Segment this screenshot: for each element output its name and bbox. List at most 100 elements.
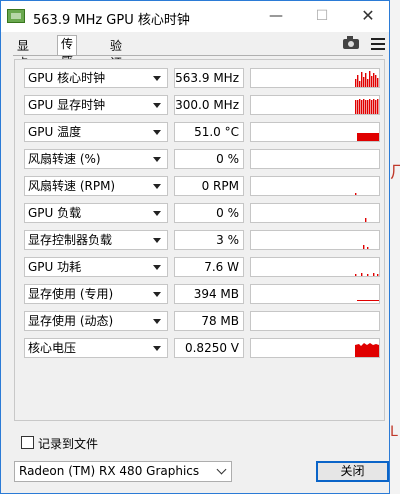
dropdown-arrow-icon xyxy=(153,157,161,162)
tab-sensors[interactable]: 传感器 xyxy=(57,35,78,85)
graph-area xyxy=(357,133,379,141)
dropdown-arrow-icon xyxy=(153,238,161,243)
graph-bar xyxy=(365,100,367,114)
gpu-select-value: Radeon (TM) RX 480 Graphics xyxy=(19,464,200,478)
sensor-value: 51.0 °C xyxy=(174,122,244,142)
graph-bar xyxy=(369,71,371,87)
graph-bar xyxy=(367,79,369,87)
dropdown-arrow-icon xyxy=(153,292,161,297)
sensor-graph xyxy=(250,122,380,142)
graph-bar xyxy=(361,72,363,87)
sensor-row: 显存使用 (专用) 394 MB xyxy=(24,284,382,304)
sensor-label-select[interactable]: 风扇转速 (%) xyxy=(24,149,168,169)
gpu-z-window: 563.9 MHz GPU 核心时钟 — ☐ ✕ 显卡 传感器 验证 GPU 核… xyxy=(0,0,390,494)
tab-validation[interactable]: 验证 xyxy=(106,37,126,70)
dropdown-arrow-icon xyxy=(153,103,161,108)
dropdown-arrow-icon xyxy=(153,130,161,135)
sensor-label: GPU 功耗 xyxy=(28,260,82,274)
dropdown-arrow-icon xyxy=(153,211,161,216)
sensor-row: 显存使用 (动态) 78 MB xyxy=(24,311,382,331)
sensor-graph-svg xyxy=(365,218,367,222)
sensor-panel: GPU 核心时钟 563.9 MHz GPU 显存时钟 300.0 MHz GPU 温度… xyxy=(14,59,385,421)
dropdown-arrow-icon xyxy=(153,76,161,81)
graph-bar xyxy=(355,274,357,276)
sensor-label: 风扇转速 (%) xyxy=(28,152,101,166)
sensor-row: GPU 显存时钟 300.0 MHz xyxy=(24,95,382,115)
sensor-label-select[interactable]: GPU 核心时钟 xyxy=(24,68,168,88)
sensor-value: 7.6 W xyxy=(174,257,244,277)
sensor-label-select[interactable]: 显存使用 (专用) xyxy=(24,284,168,304)
tab-divider xyxy=(13,55,383,56)
sensor-label-select[interactable]: 显存使用 (动态) xyxy=(24,311,168,331)
sensor-label: GPU 显存时钟 xyxy=(28,98,106,112)
background-glyph: L xyxy=(390,424,398,440)
graph-bar xyxy=(371,100,373,114)
tab-graphics-card[interactable]: 显卡 xyxy=(13,37,33,70)
dropdown-arrow-icon xyxy=(153,319,161,324)
graph-bar xyxy=(359,99,361,114)
graph-bar xyxy=(369,99,371,114)
background-glyph: ㄏ xyxy=(390,162,400,183)
sensor-graph xyxy=(250,95,380,115)
sensor-row: GPU 温度 51.0 °C xyxy=(24,122,382,142)
graph-bar xyxy=(355,100,357,114)
sensor-label-select[interactable]: GPU 温度 xyxy=(24,122,168,142)
graph-bar xyxy=(367,274,369,276)
graph-bar xyxy=(371,76,373,87)
camera-icon[interactable] xyxy=(343,36,359,49)
graph-bar xyxy=(375,100,377,114)
sensor-graph xyxy=(250,257,380,277)
sensor-row: GPU 功耗 7.6 W xyxy=(24,257,382,277)
sensor-row: 显存控制器负载 3 % xyxy=(24,230,382,250)
sensor-value: 300.0 MHz xyxy=(174,95,244,115)
sensor-graph xyxy=(250,311,380,331)
sensor-graph xyxy=(250,230,380,250)
sensor-row: GPU 核心时钟 563.9 MHz xyxy=(24,68,382,88)
sensor-label: 显存控制器负载 xyxy=(28,233,113,247)
sensor-label-select[interactable]: 风扇转速 (RPM) xyxy=(24,176,168,196)
dropdown-arrow-icon xyxy=(153,265,161,270)
graph-bar xyxy=(373,99,375,114)
close-window-button[interactable]: ✕ xyxy=(345,1,391,32)
maximize-button[interactable]: ☐ xyxy=(299,1,345,32)
close-button[interactable]: 关闭 xyxy=(316,461,389,482)
sensor-value: 0 % xyxy=(174,149,244,169)
sensor-value: 394 MB xyxy=(174,284,244,304)
sensor-graph-svg xyxy=(355,99,379,114)
sensor-graph-svg xyxy=(357,133,379,141)
graph-bar xyxy=(365,218,367,222)
dropdown-arrow-icon xyxy=(153,184,161,189)
sensor-value: 3 % xyxy=(174,230,244,250)
log-to-file-checkbox[interactable] xyxy=(21,436,34,449)
sensor-label-select[interactable]: GPU 负载 xyxy=(24,203,168,223)
sensor-label-select[interactable]: 显存控制器负载 xyxy=(24,230,168,250)
sensor-label: 显存使用 (专用) xyxy=(28,287,114,301)
graph-bar xyxy=(373,273,375,276)
sensor-graph xyxy=(250,68,380,88)
sensor-value: 0 RPM xyxy=(174,176,244,196)
sensor-row: GPU 负载 0 % xyxy=(24,203,382,223)
title-bar[interactable]: 563.9 MHz GPU 核心时钟 — ☐ ✕ xyxy=(1,1,389,32)
menu-icon[interactable] xyxy=(371,38,385,50)
graph-bar xyxy=(367,100,369,114)
sensor-graph-svg xyxy=(363,245,369,249)
graph-bar xyxy=(357,75,359,87)
sensor-label-select[interactable]: GPU 功耗 xyxy=(24,257,168,277)
sensor-value: 0 % xyxy=(174,203,244,223)
sensor-graph-svg xyxy=(251,312,379,330)
sensor-label: GPU 负载 xyxy=(28,206,82,220)
graph-bar xyxy=(367,247,369,249)
sensor-graph-svg xyxy=(355,273,379,276)
graph-bar xyxy=(363,245,365,249)
gpu-app-icon xyxy=(7,9,25,23)
gpu-select[interactable]: Radeon (TM) RX 480 Graphics xyxy=(14,461,232,482)
sensor-graph-svg xyxy=(251,150,379,168)
graph-bar xyxy=(377,78,379,87)
sensor-label-select[interactable]: 核心电压 xyxy=(24,338,168,358)
sensor-graph xyxy=(250,284,380,304)
log-to-file-label: 记录到文件 xyxy=(38,437,99,451)
sensor-label-select[interactable]: GPU 显存时钟 xyxy=(24,95,168,115)
sensor-value: 78 MB xyxy=(174,311,244,331)
minimize-button[interactable]: — xyxy=(253,1,299,32)
graph-bar xyxy=(365,73,367,87)
